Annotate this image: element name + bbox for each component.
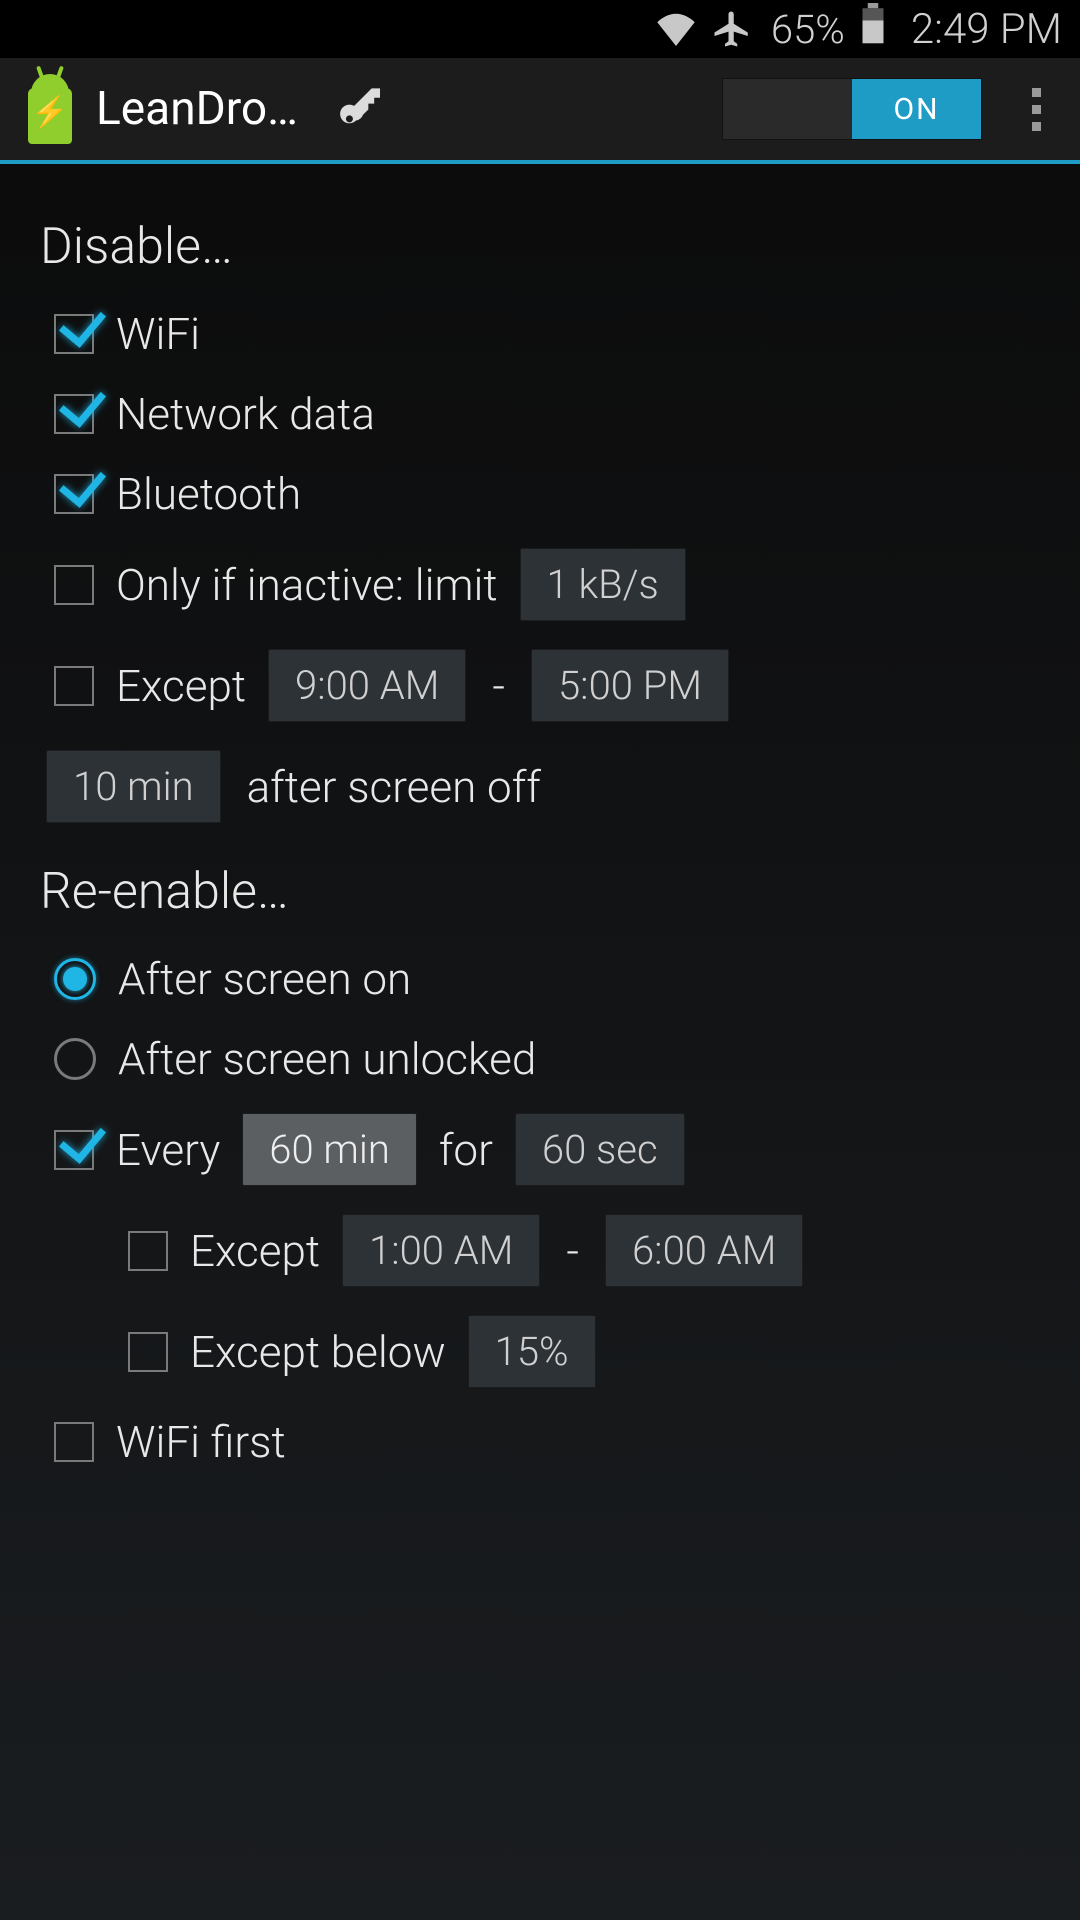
- after-screen-on-row[interactable]: After screen on: [40, 939, 1040, 1019]
- disable-network-data-label: Network data: [116, 388, 375, 440]
- status-bar: 65% 2:49 PM: [0, 0, 1080, 58]
- reenable-except-time-label: Except: [190, 1225, 320, 1277]
- after-screen-unlocked-row[interactable]: After screen unlocked: [40, 1019, 1040, 1099]
- only-if-inactive-row[interactable]: Only if inactive: limit 1 kB/s: [40, 534, 1040, 635]
- battery-percent: 65%: [771, 6, 845, 53]
- for-label: for: [439, 1124, 493, 1176]
- disable-wifi-row[interactable]: WiFi: [40, 294, 1040, 374]
- reenable-every-row[interactable]: Every 60 min for 60 sec: [40, 1099, 1040, 1200]
- disable-section-header: Disable…: [40, 218, 1040, 276]
- toggle-on-label: ON: [852, 79, 981, 139]
- app-title: LeanDro…: [96, 82, 298, 136]
- disable-wifi-checkbox[interactable]: [54, 314, 94, 354]
- every-interval-value[interactable]: 60 min: [242, 1113, 417, 1186]
- disable-except-label: Except: [116, 660, 246, 712]
- inactive-limit-value[interactable]: 1 kB/s: [520, 548, 686, 621]
- disable-except-end[interactable]: 5:00 PM: [531, 649, 729, 722]
- after-screen-unlocked-label: After screen unlocked: [118, 1033, 536, 1085]
- key-icon[interactable]: [326, 74, 396, 144]
- screen-off-delay-label: after screen off: [247, 761, 541, 813]
- disable-bluetooth-checkbox[interactable]: [54, 474, 94, 514]
- wifi-first-row[interactable]: WiFi first: [40, 1402, 1040, 1482]
- disable-network-data-checkbox[interactable]: [54, 394, 94, 434]
- reenable-except-time-row[interactable]: Except 1:00 AM - 6:00 AM: [40, 1200, 1040, 1301]
- disable-bluetooth-row[interactable]: Bluetooth: [40, 454, 1040, 534]
- battery-icon: [859, 3, 887, 55]
- overflow-menu-icon[interactable]: [1006, 74, 1066, 144]
- every-label: Every: [116, 1124, 220, 1176]
- disable-except-row[interactable]: Except 9:00 AM - 5:00 PM: [40, 635, 1040, 736]
- except-below-value[interactable]: 15%: [468, 1315, 596, 1388]
- after-screen-unlocked-radio[interactable]: [54, 1038, 96, 1080]
- only-if-inactive-label: Only if inactive: limit: [116, 559, 498, 611]
- dash: -: [562, 1225, 583, 1277]
- reenable-except-time-checkbox[interactable]: [128, 1231, 168, 1271]
- except-below-label: Except below: [190, 1326, 446, 1378]
- wifi-first-checkbox[interactable]: [54, 1422, 94, 1462]
- wifi-icon: [655, 12, 697, 46]
- disable-except-start[interactable]: 9:00 AM: [268, 649, 466, 722]
- airplane-mode-icon: [711, 8, 753, 50]
- only-if-inactive-checkbox[interactable]: [54, 565, 94, 605]
- except-below-checkbox[interactable]: [128, 1332, 168, 1372]
- disable-wifi-label: WiFi: [116, 308, 200, 360]
- reenable-every-checkbox[interactable]: [54, 1130, 94, 1170]
- after-screen-on-radio[interactable]: [54, 958, 96, 1000]
- disable-network-data-row[interactable]: Network data: [40, 374, 1040, 454]
- for-duration-value[interactable]: 60 sec: [515, 1113, 685, 1186]
- dash: -: [488, 660, 509, 712]
- status-time: 2:49 PM: [911, 5, 1062, 54]
- after-screen-on-label: After screen on: [118, 953, 411, 1005]
- disable-except-checkbox[interactable]: [54, 666, 94, 706]
- master-toggle[interactable]: ON: [722, 78, 982, 140]
- screen-off-delay-row: 10 min after screen off: [40, 736, 1040, 837]
- action-bar: ⚡ LeanDro… ON: [0, 58, 1080, 164]
- reenable-section-header: Re-enable…: [40, 863, 1040, 921]
- settings-content: Disable… WiFi Network data Bluetooth Onl…: [0, 164, 1080, 1510]
- except-below-row[interactable]: Except below 15%: [40, 1301, 1040, 1402]
- reenable-except-end[interactable]: 6:00 AM: [605, 1214, 803, 1287]
- screen-off-delay-value[interactable]: 10 min: [46, 750, 221, 823]
- disable-bluetooth-label: Bluetooth: [116, 468, 301, 520]
- wifi-first-label: WiFi first: [116, 1416, 286, 1468]
- reenable-except-start[interactable]: 1:00 AM: [342, 1214, 540, 1287]
- app-icon: ⚡: [22, 74, 78, 144]
